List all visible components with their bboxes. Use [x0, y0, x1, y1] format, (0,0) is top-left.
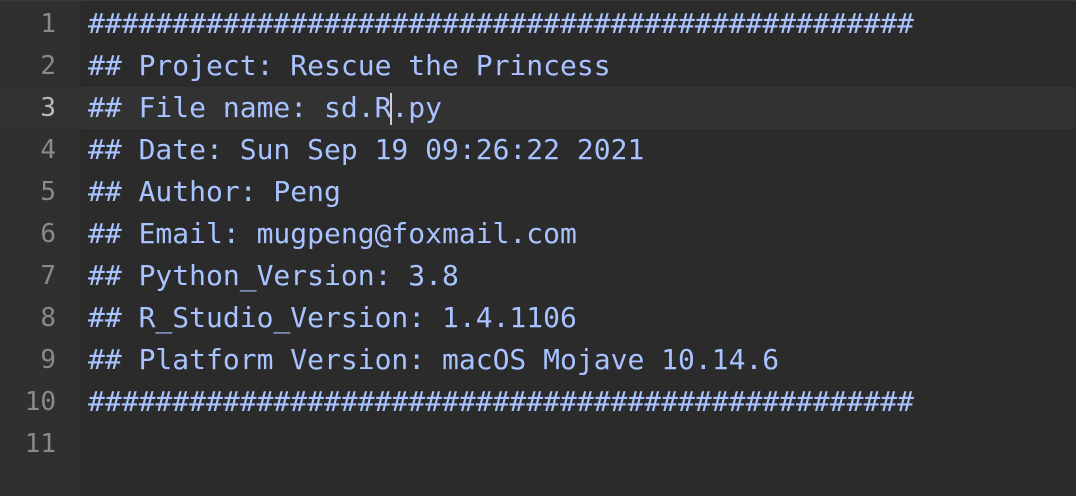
line-number: 9 — [40, 345, 56, 375]
code-line-text[interactable]: ## Date: Sun Sep 19 09:26:22 2021 — [88, 129, 644, 171]
code-after-cursor: .py — [391, 91, 443, 124]
editor-line-3-current[interactable]: 3 ## File name: sd.R.py — [0, 87, 1076, 129]
code-editor[interactable]: 1 ######################################… — [0, 0, 1076, 496]
line-number: 1 — [40, 9, 56, 39]
code-line-text[interactable]: ## Python_Version: 3.8 — [88, 255, 459, 297]
line-number: 4 — [40, 135, 56, 165]
editor-line-5[interactable]: 5 ## Author: Peng — [0, 171, 1076, 213]
editor-line-6[interactable]: 6 ## Email: mugpeng@foxmail.com — [0, 213, 1076, 255]
code-line-text[interactable]: ## Author: Peng — [88, 171, 341, 213]
line-number: 3 — [40, 93, 56, 123]
line-number: 11 — [24, 429, 56, 459]
code-line-text[interactable]: ########################################… — [88, 381, 914, 423]
line-number: 5 — [40, 177, 56, 207]
editor-line-7[interactable]: 7 ## Python_Version: 3.8 — [0, 255, 1076, 297]
line-number: 2 — [40, 51, 56, 81]
code-line-text[interactable]: ########################################… — [88, 3, 914, 45]
code-line-text[interactable]: ## File name: sd.R.py — [88, 87, 442, 129]
code-line-text[interactable]: ## Project: Rescue the Princess — [88, 45, 611, 87]
editor-line-4[interactable]: 4 ## Date: Sun Sep 19 09:26:22 2021 — [0, 129, 1076, 171]
code-line-text[interactable]: ## Email: mugpeng@foxmail.com — [88, 213, 577, 255]
editor-line-10[interactable]: 10 #####################################… — [0, 381, 1076, 423]
code-before-cursor: ## File name: sd.R — [88, 91, 392, 124]
line-number: 7 — [40, 261, 56, 291]
editor-line-9[interactable]: 9 ## Platform Version: macOS Mojave 10.1… — [0, 339, 1076, 381]
editor-line-11[interactable]: 11 — [0, 423, 1076, 465]
line-number: 8 — [40, 303, 56, 333]
editor-line-1[interactable]: 1 ######################################… — [0, 3, 1076, 45]
code-line-text[interactable]: ## R_Studio_Version: 1.4.1106 — [88, 297, 577, 339]
code-line-text[interactable]: ## Platform Version: macOS Mojave 10.14.… — [88, 339, 779, 381]
editor-line-8[interactable]: 8 ## R_Studio_Version: 1.4.1106 — [0, 297, 1076, 339]
line-number: 6 — [40, 219, 56, 249]
line-number: 10 — [24, 387, 56, 417]
editor-line-2[interactable]: 2 ## Project: Rescue the Princess — [0, 45, 1076, 87]
